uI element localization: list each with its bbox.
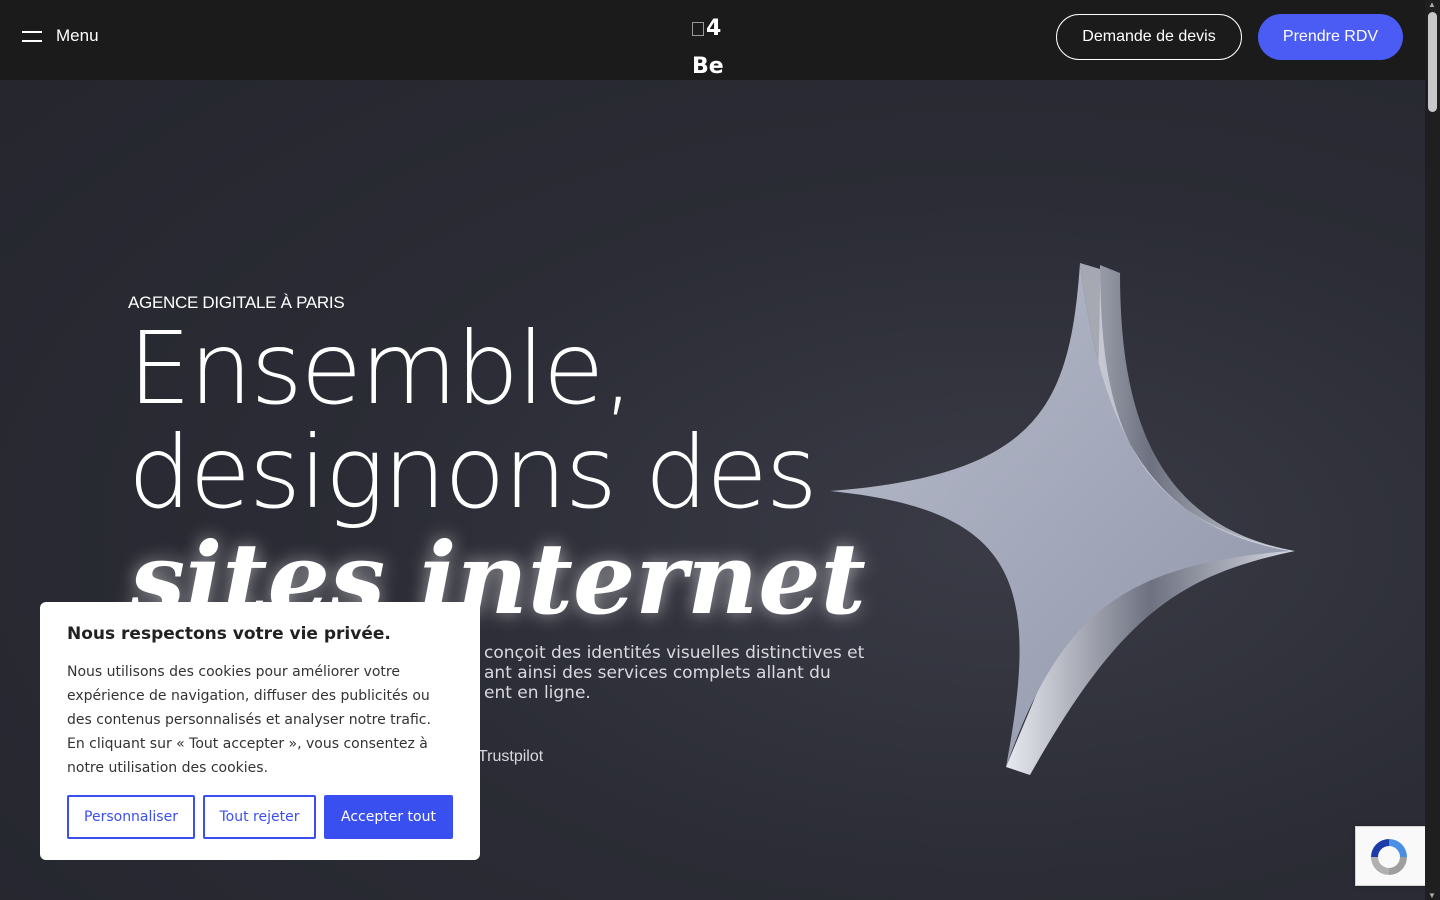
logo[interactable]: 4 Be — [692, 10, 732, 86]
recaptcha-badge[interactable] — [1355, 826, 1425, 886]
customize-button[interactable]: Personnaliser — [67, 795, 195, 839]
appointment-button[interactable]: Prendre RDV — [1258, 14, 1403, 60]
scroll-up-icon[interactable]: ▲ — [1428, 0, 1436, 9]
broken-image-icon — [692, 22, 704, 36]
reject-all-button[interactable]: Tout rejeter — [203, 795, 316, 839]
menu-button[interactable]: Menu — [22, 26, 99, 46]
cookie-consent-dialog: Nous respectons votre vie privée. Nous u… — [40, 602, 480, 860]
page: Menu 4 Be Demande de devis Prendre RDV A… — [0, 0, 1425, 900]
top-header: Menu 4 Be Demande de devis Prendre RDV — [0, 0, 1425, 80]
accept-all-button[interactable]: Accepter tout — [324, 795, 453, 839]
vertical-scrollbar[interactable]: ▲ ▼ — [1425, 0, 1440, 900]
cookie-title: Nous respectons votre vie privée. — [67, 624, 391, 644]
recaptcha-icon — [1371, 839, 1407, 875]
quote-button[interactable]: Demande de devis — [1056, 14, 1242, 60]
hamburger-icon — [22, 29, 42, 43]
description-line2: ant ainsi des services complets allant d… — [484, 663, 831, 683]
hero-title-line1: Ensemble, — [128, 310, 634, 427]
scrollbar-thumb[interactable] — [1428, 12, 1437, 112]
logo-text: 4 — [706, 16, 722, 41]
description-line3: ent en ligne. — [484, 683, 591, 703]
logo-text-2: Be — [692, 54, 724, 79]
sparkle-star-illustration — [830, 263, 1295, 775]
scroll-down-icon[interactable]: ▼ — [1428, 891, 1436, 900]
menu-label: Menu — [56, 26, 99, 45]
hero-title-line2: designons des — [128, 414, 818, 531]
cookie-body: Nous utilisons des cookies pour améliore… — [67, 664, 431, 776]
trustpilot-label: Trustpilot — [478, 748, 544, 765]
description-line1: conçoit des identités visuelles distinct… — [484, 643, 865, 663]
cookie-actions: Personnaliser Tout rejeter Accepter tout — [67, 795, 453, 839]
